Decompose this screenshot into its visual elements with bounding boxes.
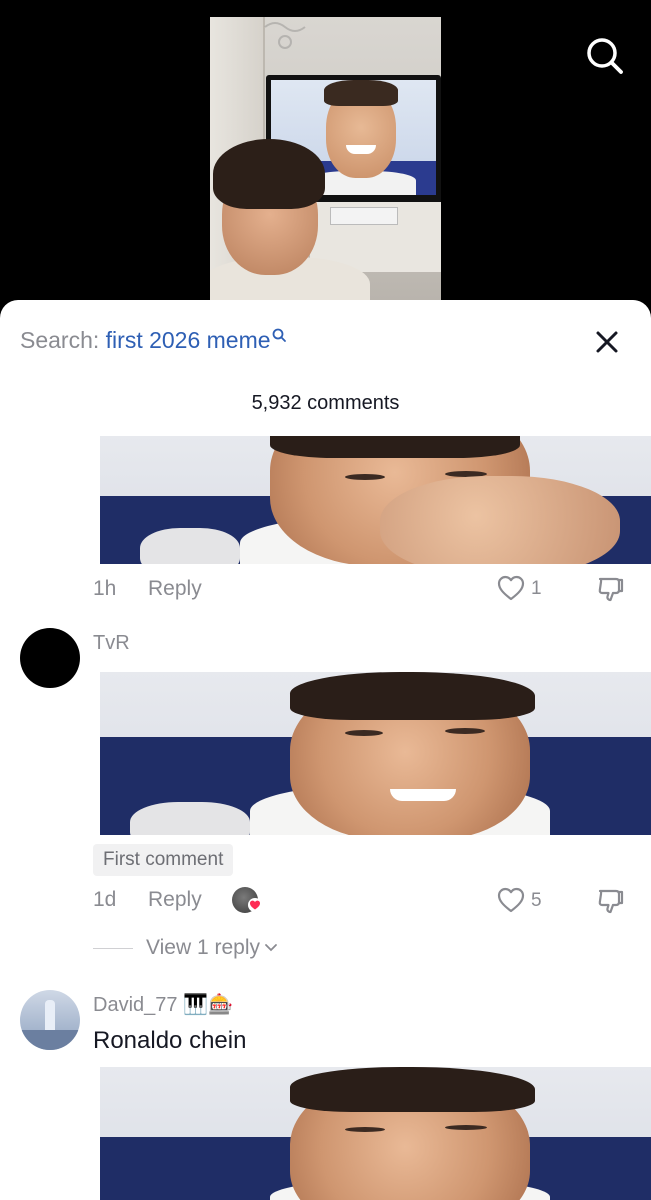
comment-image[interactable] (100, 436, 651, 564)
thumbs-down-icon[interactable] (597, 887, 625, 915)
comments-sheet: Search: first 2026 meme 5,932 comments 1… (0, 300, 651, 1200)
like-count: 1 (531, 578, 542, 599)
avatar[interactable] (20, 990, 80, 1050)
comment-time: 1d (93, 888, 117, 911)
comment-image[interactable] (100, 1067, 651, 1200)
reply-button[interactable]: Reply (148, 888, 202, 912)
comment-image[interactable] (100, 672, 651, 835)
view-replies-label: View 1 reply (146, 936, 261, 959)
wall-decoration-icon (264, 22, 306, 49)
comment-time: 1h (93, 577, 117, 600)
heart-outline-icon[interactable] (497, 887, 525, 913)
thumbs-down-icon[interactable] (597, 575, 625, 603)
comment-username[interactable]: TvR (93, 632, 130, 655)
first-comment-tag: First comment (93, 844, 234, 876)
comment-username: David_77 (93, 994, 178, 1016)
video-player[interactable] (0, 0, 651, 320)
search-label: Search: (20, 327, 106, 353)
chevron-down-icon (265, 944, 277, 952)
reply-button[interactable]: Reply (148, 577, 202, 601)
comment-search-row[interactable]: Search: first 2026 meme (20, 326, 287, 354)
video-thumbnail[interactable] (210, 17, 441, 300)
username-emojis: 🎹🎰 (183, 994, 233, 1016)
search-query-link[interactable]: first 2026 meme (106, 327, 271, 353)
search-icon[interactable] (583, 34, 625, 76)
search-suggestion-icon[interactable] (272, 328, 287, 343)
like-count: 5 (531, 890, 542, 911)
avatar[interactable] (20, 628, 80, 688)
comments-count: 5,932 comments (251, 392, 400, 414)
close-icon[interactable] (593, 328, 621, 356)
video-console (330, 207, 398, 225)
view-replies-divider (93, 948, 133, 949)
comment-text: Ronaldo chein (93, 1027, 247, 1054)
comment-username-row[interactable]: David_77 🎹🎰 (93, 992, 233, 1017)
video-person-hair (213, 139, 325, 209)
heart-filled-icon (248, 898, 262, 912)
heart-outline-icon[interactable] (497, 575, 525, 601)
view-replies-button[interactable]: View 1 reply (146, 936, 278, 960)
